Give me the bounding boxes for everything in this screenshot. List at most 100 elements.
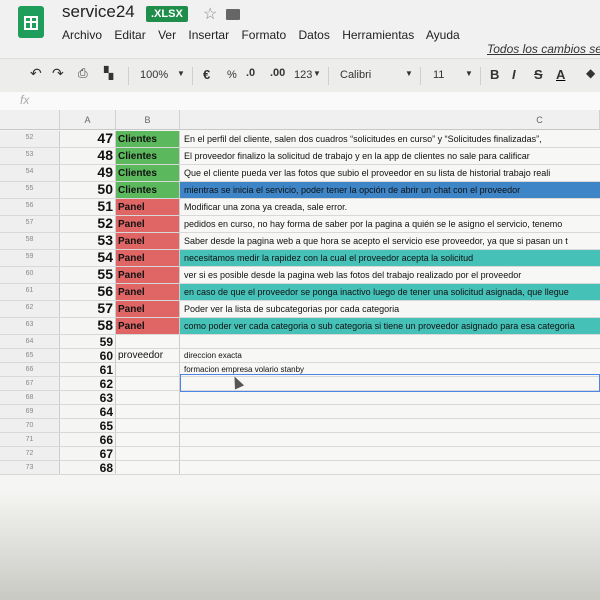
cell-b[interactable]: Clientes xyxy=(116,131,180,147)
cell-b[interactable] xyxy=(116,363,180,376)
font-size-select[interactable]: 11 xyxy=(433,69,444,81)
row-number[interactable]: 60 xyxy=(0,267,60,283)
cell-c[interactable]: mientras se inicia el servicio, poder te… xyxy=(180,182,600,198)
cell-c[interactable]: direccion exacta xyxy=(180,349,600,362)
row-number[interactable]: 53 xyxy=(0,148,60,164)
cell-c[interactable]: ver si es posible desde la pagina web la… xyxy=(180,267,600,283)
row-number[interactable]: 72 xyxy=(0,447,60,460)
cell-c[interactable]: El proveedor finalizo la solicitud de tr… xyxy=(180,148,600,164)
star-icon[interactable]: ☆ xyxy=(203,4,217,24)
column-header-b[interactable]: B xyxy=(116,110,180,130)
font-size-dropdown-icon[interactable]: ▼ xyxy=(465,69,473,78)
cell-a[interactable]: 58 xyxy=(60,318,116,334)
print-icon[interactable]: ⎙ xyxy=(78,66,88,81)
cell-c[interactable]: pedidos en curso, no hay forma de saber … xyxy=(180,216,600,232)
cell-b[interactable] xyxy=(116,335,180,348)
folder-icon[interactable] xyxy=(226,9,240,20)
cell-c[interactable] xyxy=(180,433,600,446)
column-header-c[interactable]: C xyxy=(180,110,600,130)
cell-c[interactable] xyxy=(180,391,600,404)
row-number[interactable]: 56 xyxy=(0,199,60,215)
menu-insertar[interactable]: Insertar xyxy=(188,28,229,42)
cell-b[interactable]: Clientes xyxy=(116,165,180,181)
undo-icon[interactable]: ↶ xyxy=(30,65,42,82)
row-number[interactable]: 61 xyxy=(0,284,60,300)
number-format-button[interactable]: 123 xyxy=(294,69,312,81)
percent-button[interactable]: % xyxy=(227,69,237,81)
cell-c[interactable] xyxy=(180,405,600,418)
cell-a[interactable]: 55 xyxy=(60,267,116,283)
row-number[interactable]: 55 xyxy=(0,182,60,198)
cell-a[interactable]: 56 xyxy=(60,284,116,300)
number-format-dropdown-icon[interactable]: ▼ xyxy=(313,69,321,78)
cell-c[interactable]: Modificar una zona ya creada, sale error… xyxy=(180,199,600,215)
cell-a[interactable]: 61 xyxy=(60,363,116,377)
row-number[interactable]: 62 xyxy=(0,301,60,317)
row-number[interactable]: 59 xyxy=(0,250,60,266)
cell-a[interactable]: 54 xyxy=(60,250,116,266)
save-status-link[interactable]: Todos los cambios se xyxy=(487,42,600,56)
cell-c[interactable] xyxy=(180,447,600,460)
cell-b[interactable]: Clientes xyxy=(116,148,180,164)
cell-c[interactable]: Poder ver la lista de subcategorias por … xyxy=(180,301,600,317)
strikethrough-button[interactable]: S xyxy=(534,67,543,82)
cell-c[interactable] xyxy=(180,419,600,432)
zoom-dropdown-icon[interactable]: ▼ xyxy=(177,69,185,78)
cell-b[interactable]: Panel xyxy=(116,267,180,283)
cell-a[interactable]: 52 xyxy=(60,216,116,232)
cell-a[interactable]: 48 xyxy=(60,148,116,164)
cell-a[interactable]: 51 xyxy=(60,199,116,215)
row-number[interactable]: 71 xyxy=(0,433,60,446)
font-dropdown-icon[interactable]: ▼ xyxy=(405,69,413,78)
row-number[interactable]: 67 xyxy=(0,377,60,390)
cell-c[interactable]: como poder ver cada categoria o sub cate… xyxy=(180,318,600,334)
cell-c[interactable]: en caso de que el proveedor se ponga ina… xyxy=(180,284,600,300)
row-number[interactable]: 57 xyxy=(0,216,60,232)
row-number[interactable]: 73 xyxy=(0,461,60,474)
document-title[interactable]: service24 xyxy=(62,2,135,22)
cell-a[interactable]: 49 xyxy=(60,165,116,181)
cell-c[interactable]: Saber desde la pagina web a que hora se … xyxy=(180,233,600,249)
decrease-decimal-button[interactable]: .0 xyxy=(246,67,255,79)
cell-b[interactable]: proveedor xyxy=(116,349,180,362)
cell-a[interactable]: 64 xyxy=(60,405,116,419)
cell-a[interactable]: 53 xyxy=(60,233,116,249)
row-number[interactable]: 65 xyxy=(0,349,60,362)
cell-b[interactable]: Panel xyxy=(116,301,180,317)
currency-button[interactable]: € xyxy=(203,67,210,82)
increase-decimal-button[interactable]: .00 xyxy=(270,67,285,79)
cell-c[interactable]: necesitamos medir la rapidez con la cual… xyxy=(180,250,600,266)
cell-b[interactable] xyxy=(116,433,180,446)
menu-ayuda[interactable]: Ayuda xyxy=(426,28,460,42)
row-number[interactable]: 63 xyxy=(0,318,60,334)
cell-b[interactable] xyxy=(116,447,180,460)
row-number[interactable]: 54 xyxy=(0,165,60,181)
cell-a[interactable]: 60 xyxy=(60,349,116,363)
cell-a[interactable]: 68 xyxy=(60,461,116,475)
menu-herramientas[interactable]: Herramientas xyxy=(342,28,414,42)
font-select[interactable]: Calibri xyxy=(340,69,371,81)
menu-datos[interactable]: Datos xyxy=(298,28,329,42)
menu-editar[interactable]: Editar xyxy=(114,28,145,42)
row-number[interactable]: 64 xyxy=(0,335,60,348)
cell-b[interactable] xyxy=(116,377,180,390)
cell-c[interactable] xyxy=(180,335,600,348)
paint-format-icon[interactable]: ▚ xyxy=(104,66,113,80)
cell-b[interactable] xyxy=(116,461,180,474)
cell-b[interactable]: Panel xyxy=(116,199,180,215)
redo-icon[interactable]: ↷ xyxy=(52,65,64,82)
bold-button[interactable]: B xyxy=(490,67,499,82)
italic-button[interactable]: I xyxy=(512,67,516,82)
cell-a[interactable]: 63 xyxy=(60,391,116,405)
menu-ver[interactable]: Ver xyxy=(158,28,176,42)
cell-a[interactable]: 57 xyxy=(60,301,116,317)
cell-b[interactable] xyxy=(116,391,180,404)
row-number[interactable]: 58 xyxy=(0,233,60,249)
sheets-logo-icon[interactable] xyxy=(18,6,44,38)
row-number[interactable]: 69 xyxy=(0,405,60,418)
cell-c[interactable] xyxy=(180,461,600,474)
menu-formato[interactable]: Formato xyxy=(241,28,286,42)
column-header-a[interactable]: A xyxy=(60,110,116,130)
cell-a[interactable]: 66 xyxy=(60,433,116,447)
select-all-corner[interactable] xyxy=(0,110,60,130)
